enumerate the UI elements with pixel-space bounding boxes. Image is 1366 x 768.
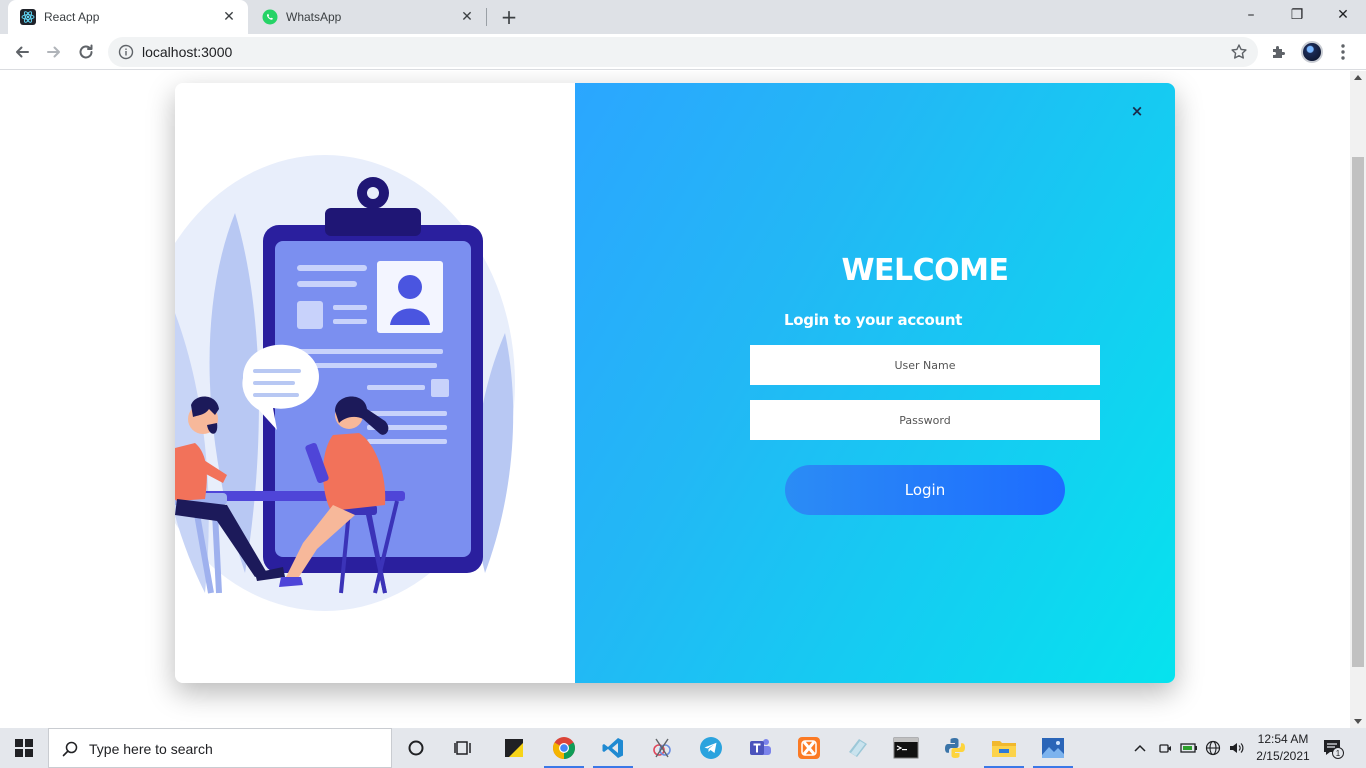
notification-count: 1 <box>1336 749 1341 758</box>
vscode-icon[interactable] <box>589 728 637 768</box>
address-bar[interactable]: localhost:3000 <box>108 37 1258 67</box>
clock-date: 2/15/2021 <box>1256 749 1310 763</box>
url-text[interactable]: localhost:3000 <box>142 44 232 60</box>
forward-arrow-icon[interactable] <box>41 39 67 65</box>
profile-avatar-icon[interactable] <box>1301 41 1323 63</box>
python-icon[interactable] <box>931 728 979 768</box>
react-icon <box>20 9 36 25</box>
login-button[interactable]: Login <box>785 465 1065 515</box>
close-window-button[interactable]: ✕ <box>1320 0 1366 30</box>
back-arrow-icon[interactable] <box>9 39 35 65</box>
network-globe-icon[interactable] <box>1203 738 1223 758</box>
files-icon[interactable] <box>834 728 882 768</box>
volume-icon[interactable] <box>1227 738 1247 758</box>
show-hidden-icons-chevron-icon[interactable] <box>1130 738 1150 758</box>
browser-toolbar: localhost:3000 <box>0 34 1366 70</box>
tab-whatsapp[interactable]: WhatsApp ✕ <box>250 0 486 34</box>
close-tab-icon[interactable]: ✕ <box>458 8 476 26</box>
scroll-thumb[interactable] <box>1352 157 1364 667</box>
snipping-icon[interactable] <box>638 728 686 768</box>
login-modal: × WELCOME Login to your account Login <box>175 83 1175 683</box>
illustration-panel <box>175 83 575 683</box>
tab-separator <box>486 8 487 26</box>
close-modal-icon[interactable]: × <box>1127 101 1147 121</box>
notification-center-icon[interactable]: 1 <box>1322 737 1344 759</box>
battery-icon[interactable] <box>1179 738 1199 758</box>
whatsapp-icon <box>262 9 278 25</box>
scroll-down-arrow-icon[interactable] <box>1354 719 1362 724</box>
login-panel: × WELCOME Login to your account Login <box>575 83 1175 683</box>
search-placeholder: Type here to search <box>89 741 213 757</box>
reload-icon[interactable] <box>73 39 99 65</box>
close-tab-icon[interactable]: ✕ <box>220 8 238 26</box>
task-view-icon[interactable] <box>440 728 488 768</box>
telegram-icon[interactable] <box>687 728 735 768</box>
windows-start-icon[interactable] <box>14 738 34 758</box>
more-menu-icon[interactable] <box>1338 42 1348 62</box>
terminal-icon[interactable] <box>882 728 930 768</box>
search-icon <box>62 741 78 757</box>
page-viewport: × WELCOME Login to your account Login <box>0 71 1350 728</box>
tab-title: React App <box>44 10 100 24</box>
scroll-up-arrow-icon[interactable] <box>1354 75 1362 80</box>
clock-time: 12:54 AM <box>1257 732 1309 746</box>
windows-taskbar: Type here to search 12:54 AM 2/15/2021 1 <box>0 728 1366 768</box>
xampp-icon[interactable] <box>785 728 833 768</box>
teams-icon[interactable] <box>736 728 784 768</box>
new-tab-button[interactable]: + <box>498 6 520 28</box>
photos-icon[interactable] <box>1029 728 1077 768</box>
restore-button[interactable]: ❐ <box>1274 0 1320 30</box>
tab-react-app[interactable]: React App ✕ <box>8 0 248 34</box>
chrome-icon[interactable] <box>540 728 588 768</box>
username-input[interactable] <box>750 345 1100 385</box>
tab-strip: React App ✕ WhatsApp ✕ + – ❐ ✕ <box>0 0 1366 34</box>
password-input[interactable] <box>750 400 1100 440</box>
taskbar-search-box[interactable]: Type here to search <box>48 728 392 768</box>
page-scrollbar[interactable] <box>1350 71 1366 728</box>
meet-now-icon[interactable] <box>1155 738 1175 758</box>
login-subtitle: Login to your account <box>784 311 963 329</box>
bookmark-star-icon[interactable] <box>1230 43 1248 61</box>
meeting-illustration <box>175 155 515 611</box>
welcome-heading: WELCOME <box>841 253 1009 288</box>
sticky-notes-icon[interactable] <box>490 728 538 768</box>
minimize-button[interactable]: – <box>1228 0 1274 30</box>
cortana-icon[interactable] <box>392 728 440 768</box>
file-explorer-icon[interactable] <box>980 728 1028 768</box>
taskbar-clock[interactable]: 12:54 AM 2/15/2021 <box>1250 731 1316 765</box>
extensions-puzzle-icon[interactable] <box>1270 43 1288 61</box>
tab-title: WhatsApp <box>286 10 342 24</box>
info-icon[interactable] <box>118 44 134 60</box>
